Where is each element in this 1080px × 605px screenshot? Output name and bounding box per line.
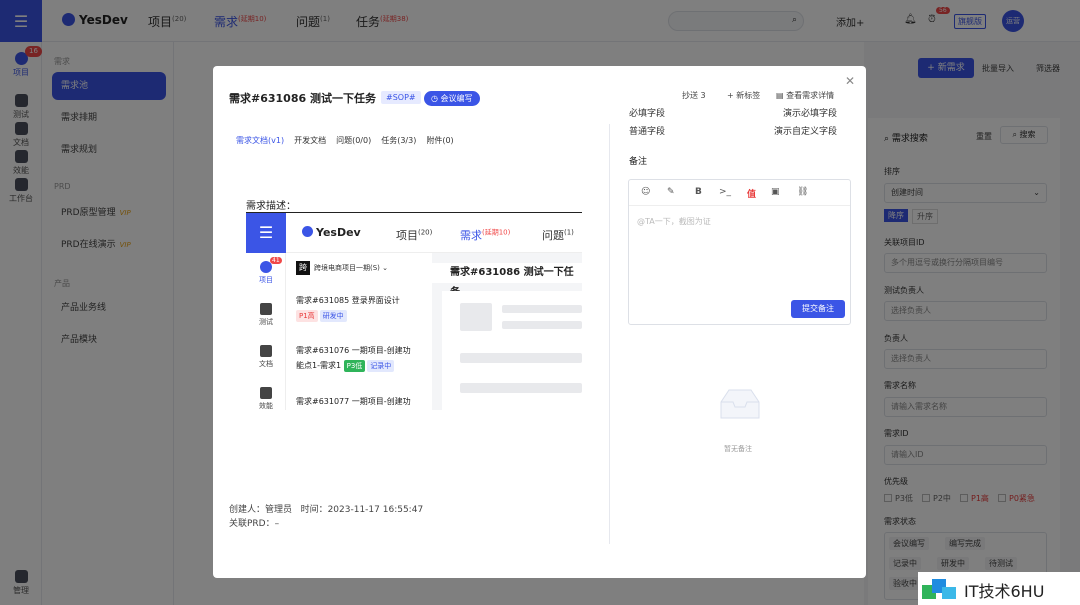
emb-rail-doc: 文档 <box>246 345 286 369</box>
link-icon[interactable]: ⛓ <box>797 187 808 197</box>
emb-project-select: 跨跨境电商项目一期(S) ⌄ <box>296 261 388 275</box>
emb-nav-req: 需求(延期10) <box>460 227 510 243</box>
tab-tasks[interactable]: 任务(3/3) <box>381 136 416 145</box>
emb-nav-count: (1) <box>564 228 574 237</box>
emb-brand: YesDev <box>302 226 361 239</box>
skeleton-block <box>460 303 492 331</box>
skeleton-line <box>460 383 582 393</box>
editor-toolbar: ☺ ✎ B >_ 值 ▣ ⛓ <box>629 180 850 206</box>
value-icon[interactable]: 值 <box>747 187 756 200</box>
close-icon[interactable]: ✕ <box>845 74 855 88</box>
emb-detail: 需求#631086 测试一下任务 <box>430 253 582 410</box>
watermark: IT技术6HU <box>918 572 1080 605</box>
field-key: 普通字段 <box>629 127 666 137</box>
field-value[interactable]: 演示自定义字段 <box>774 124 837 137</box>
emb-badge: 41 <box>270 257 282 264</box>
pen-icon[interactable]: ✎ <box>667 187 675 197</box>
emb-item-title-cont: 能点1-需求1 <box>296 361 342 370</box>
project-badge-icon: 跨 <box>296 261 310 275</box>
remark-label: 备注 <box>629 157 648 167</box>
desc-label: 需求描述： <box>246 201 296 212</box>
emb-nav-label: 需求 <box>460 229 482 242</box>
editor-placeholder: @TA一下，截图为证 <box>637 217 711 226</box>
normal-field-row: 普通字段 演示自定义字段 <box>629 124 837 137</box>
sop-tag[interactable]: #SOP# <box>381 91 421 104</box>
emb-nav-label: 项目 <box>396 229 418 242</box>
field-key: 必填字段 <box>629 109 666 119</box>
emb-list: 跨跨境电商项目一期(S) ⌄ 需求#631085 登录界面设计 P1高 研发中 需求… <box>286 253 432 410</box>
emb-nav-issue: 问题(1) <box>542 227 574 243</box>
emb-rail-project: 41 项目 <box>246 257 286 285</box>
skeleton-line <box>502 321 582 329</box>
view-detail-label: 查看需求详情 <box>786 91 835 100</box>
new-tag-button[interactable]: + 新标签 <box>727 90 760 101</box>
image-icon[interactable]: ▣ <box>771 187 780 197</box>
linked-prd: 关联PRD：– <box>229 519 280 529</box>
status-badge[interactable]: ◷ 会议编写 <box>424 91 480 106</box>
emb-rail-label: 项目 <box>259 276 273 284</box>
field-value[interactable]: 演示必填字段 <box>783 106 837 119</box>
skeleton-line <box>460 353 582 363</box>
emb-topbar: YesDev 项目(20) 需求(延期10) 问题(1) <box>286 213 582 253</box>
emb-rail: ☰ 41 项目 测试 文档 效能 <box>246 213 286 410</box>
tab-req-doc[interactable]: 需求文档(v1) <box>236 136 284 145</box>
status-badge-label: 会议编写 <box>440 94 473 103</box>
watermark-text: IT技术6HU <box>964 582 1045 601</box>
code-icon[interactable]: >_ <box>719 187 731 197</box>
requirement-detail-modal: ✕ 需求#631086 测试一下任务 #SOP# ◷ 会议编写 抄送 3 + 新… <box>213 66 866 578</box>
logo-icon <box>302 226 313 237</box>
clock-icon: ◷ <box>431 94 441 103</box>
priority-pill: P1高 <box>296 310 318 322</box>
empty-inbox-icon <box>720 389 760 419</box>
bold-icon[interactable]: B <box>695 187 702 197</box>
tab-dev-doc[interactable]: 开发文档 <box>294 136 326 145</box>
tab-issues[interactable]: 问题(0/0) <box>336 136 371 145</box>
emb-item-title: 需求#631076 一期项目-创建功 <box>296 346 411 355</box>
cc-button[interactable]: 抄送 3 <box>682 90 706 101</box>
emb-rail-label: 测试 <box>259 318 273 326</box>
test-icon <box>260 303 272 315</box>
emoji-icon[interactable]: ☺ <box>641 187 650 197</box>
view-detail-link[interactable]: ▤ 查看需求详情 <box>776 90 834 101</box>
doc-icon <box>260 345 272 357</box>
doc-icon: ▤ <box>776 91 787 100</box>
emb-nav-count: (20) <box>418 228 433 237</box>
required-field-row: 必填字段 演示必填字段 <box>629 106 837 119</box>
submit-remark-button[interactable]: 提交备注 <box>791 300 845 318</box>
priority-pill: P3低 <box>343 360 366 372</box>
empty-remark-text: 暂无备注 <box>724 445 752 453</box>
emb-list-item: 需求#631076 一期项目-创建功 能点1-需求1 P3低 记录中 <box>296 343 411 373</box>
emb-detail-title: 需求#631086 测试一下任务 <box>430 263 582 298</box>
creator-info: 创建人：管理员 时间：2023-11-17 16:55:47 <box>229 505 424 515</box>
emb-nav-label: 问题 <box>542 229 564 242</box>
emb-brand-name: YesDev <box>316 226 361 239</box>
emb-skeleton-card <box>442 291 582 410</box>
emb-nav-count: (延期10) <box>482 228 511 237</box>
emb-rail-label: 文档 <box>259 360 273 368</box>
embedded-screenshot: ☰ 41 项目 测试 文档 效能 YesDev 项目(20) 需求(延期10) 问… <box>246 212 582 410</box>
emb-nav-project: 项目(20) <box>396 227 432 243</box>
emb-list-item: 需求#631077 一期项目-创建功 <box>296 394 411 409</box>
skeleton-line <box>502 305 582 313</box>
watermark-logo-icon <box>920 575 960 603</box>
menu-icon: ☰ <box>246 213 286 253</box>
remark-editor[interactable]: ☺ ✎ B >_ 值 ▣ ⛓ @TA一下，截图为证 提交备注 <box>628 179 851 325</box>
emb-item-title: 需求#631077 一期项目-创建功 <box>296 397 411 406</box>
emb-item-title: 需求#631085 登录界面设计 <box>296 296 400 305</box>
emb-list-item: 需求#631085 登录界面设计 P1高 研发中 <box>296 293 400 323</box>
status-pill: 研发中 <box>319 310 347 322</box>
emb-project-name: 跨境电商项目一期(S) ⌄ <box>314 264 388 272</box>
modal-title: 需求#631086 测试一下任务 <box>229 92 376 105</box>
chart-icon <box>260 387 272 399</box>
doc-tabs: 需求文档(v1) 开发文档 问题(0/0) 任务(3/3) 附件(0) <box>236 135 464 146</box>
modal-divider <box>609 124 610 544</box>
emb-rail-perf: 效能 <box>246 387 286 410</box>
emb-rail-label: 效能 <box>259 402 273 410</box>
tab-attachments[interactable]: 附件(0) <box>426 136 453 145</box>
status-pill: 记录中 <box>367 360 395 372</box>
emb-rail-test: 测试 <box>246 303 286 327</box>
